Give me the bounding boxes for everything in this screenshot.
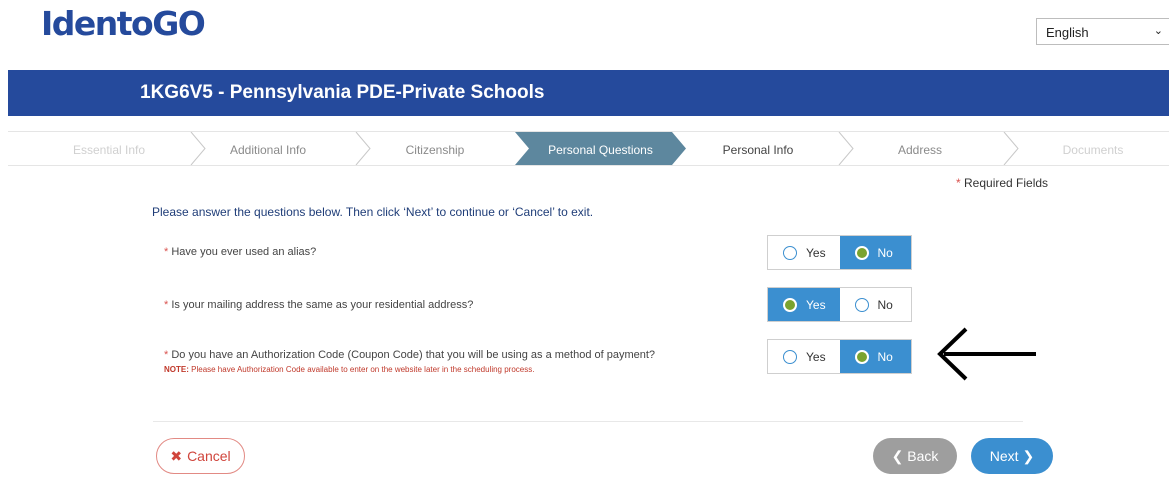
cancel-button[interactable]: ✖ Cancel [156, 438, 245, 474]
question-text: Do you have an Authorization Code (Coupo… [171, 349, 656, 361]
mailing-address-yes-option[interactable]: Yes [768, 288, 840, 321]
step-personal-info[interactable]: Personal Info [698, 132, 818, 165]
chevron-right-icon: ❯ [1022, 447, 1035, 464]
required-star: * [164, 299, 169, 311]
radio-selected-icon [783, 297, 797, 312]
radio-unselected-icon [854, 297, 869, 312]
mailing-address-no-option[interactable]: No [840, 288, 912, 321]
identogo-logo[interactable]: IdentoGO [41, 4, 206, 43]
mailing-address-toggle: Yes No [767, 287, 912, 322]
next-button[interactable]: Next ❯ [971, 438, 1053, 474]
question-text: Is your mailing address the same as your… [171, 299, 474, 311]
step-documents[interactable]: Documents [1038, 132, 1148, 165]
page-banner: 1KG6V5 - Pennsylvania PDE-Private School… [8, 70, 1169, 116]
authorization-code-toggle: Yes No [767, 339, 912, 374]
chevron-down-icon: ⌄ [1153, 25, 1163, 37]
alias-toggle: Yes No [767, 235, 912, 270]
alias-no-option[interactable]: No [839, 236, 911, 269]
step-essential-info[interactable]: Essential Info [64, 132, 154, 165]
note-label: NOTE: [164, 365, 189, 374]
question-mailing-address: * Is your mailing address the same as yo… [164, 299, 473, 311]
question-alias: * Have you ever used an alias? [164, 246, 316, 258]
required-fields-text: Required Fields [964, 176, 1049, 190]
required-star: * [164, 349, 169, 361]
required-star: * [956, 176, 961, 190]
required-fields-note: * Required Fields [956, 176, 1048, 190]
required-star: * [164, 246, 169, 258]
back-button[interactable]: ❮ Back [873, 438, 957, 474]
step-separator [1003, 132, 1019, 165]
radio-selected-icon [854, 349, 869, 364]
next-label: Next [989, 448, 1019, 464]
step-separator [190, 132, 206, 165]
step-personal-questions[interactable]: Personal Questions [528, 132, 673, 165]
question-text: Have you ever used an alias? [171, 246, 317, 258]
option-label: No [877, 245, 893, 260]
option-label: Yes [806, 245, 826, 260]
step-address[interactable]: Address [870, 132, 970, 165]
step-additional-info[interactable]: Additional Info [213, 132, 323, 165]
option-label: Yes [806, 297, 826, 312]
step-separator [838, 132, 854, 165]
back-label: Back [907, 448, 939, 464]
instructions-text: Please answer the questions below. Then … [152, 205, 594, 219]
page-title: 1KG6V5 - Pennsylvania PDE-Private School… [140, 82, 545, 103]
step-citizenship[interactable]: Citizenship [380, 132, 490, 165]
option-label: Yes [806, 349, 826, 364]
times-icon: ✖ [170, 447, 183, 464]
page: IdentoGO English ⌄ 1KG6V5 - Pennsylvania… [0, 0, 1169, 500]
arrow-left-icon [937, 327, 1036, 381]
authorization-code-no-option[interactable]: No [839, 340, 911, 373]
radio-selected-icon [854, 245, 869, 260]
form-divider [153, 421, 1023, 422]
option-label: No [877, 349, 893, 364]
radio-unselected-icon [783, 349, 797, 364]
note-text: Please have Authorization Code available… [191, 365, 535, 374]
question-authorization-code: * Do you have an Authorization Code (Cou… [164, 349, 655, 374]
option-label: No [877, 297, 893, 312]
alias-yes-option[interactable]: Yes [768, 236, 840, 269]
progress-steps: Essential Info Additional Info Citizensh… [8, 131, 1169, 166]
language-selected-value: English [1046, 25, 1089, 40]
step-separator [355, 132, 371, 165]
authorization-code-yes-option[interactable]: Yes [768, 340, 840, 373]
authorization-code-note: NOTE: Please have Authorization Code ava… [164, 365, 655, 374]
radio-unselected-icon [783, 245, 797, 260]
language-select[interactable]: English ⌄ [1036, 18, 1169, 45]
chevron-left-icon: ❮ [891, 447, 904, 464]
cancel-label: Cancel [187, 448, 231, 464]
